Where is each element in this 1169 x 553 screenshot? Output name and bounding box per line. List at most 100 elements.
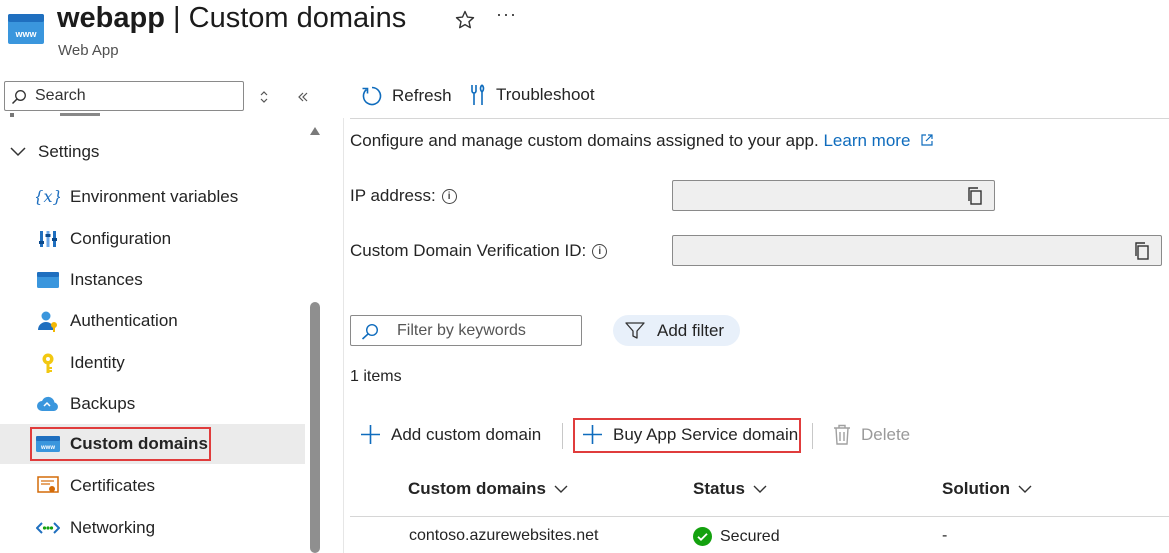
configuration-icon [36, 227, 60, 251]
resource-type: Web App [58, 42, 119, 59]
item-count: 1 items [350, 368, 402, 385]
refresh-icon [362, 86, 382, 106]
delete-button[interactable]: Delete [833, 424, 910, 445]
page-header: www webapp | Custom domains Web App ··· [0, 0, 1169, 70]
column-header-label: Solution [942, 479, 1010, 498]
sidebar-item-label: Instances [70, 270, 143, 289]
sidebar-item-networking[interactable]: Networking [0, 508, 305, 548]
sidebar-item-label: Identity [70, 353, 125, 372]
column-header-label: Status [693, 479, 745, 498]
sidebar-search-input[interactable]: Search [4, 81, 244, 111]
sidebar-item-authentication[interactable]: Authentication [0, 301, 305, 341]
plus-icon [361, 425, 380, 444]
external-link-icon [921, 134, 933, 146]
chevron-down-icon [1018, 485, 1032, 493]
ip-address-text: IP address: [350, 186, 436, 205]
filter-keywords-input[interactable]: Filter by keywords [350, 315, 582, 346]
action-separator [562, 423, 563, 449]
sidebar-divider [343, 118, 344, 553]
troubleshoot-label: Troubleshoot [496, 85, 595, 104]
learn-more-label: Learn more [823, 131, 911, 150]
sidebar-item-configuration[interactable]: Configuration [0, 219, 305, 259]
sidebar-item-instances[interactable]: Instances [0, 260, 305, 300]
collapse-sidebar-icon[interactable] [296, 90, 310, 104]
column-header-status[interactable]: Status [693, 479, 767, 499]
identity-icon [36, 351, 60, 375]
svg-text:www: www [14, 29, 37, 39]
add-custom-domain-label: Add custom domain [391, 424, 542, 444]
svg-text:{x}: {x} [36, 187, 60, 206]
verification-id-text: Custom Domain Verification ID: [350, 241, 587, 260]
sidebar-item-certificates[interactable]: Certificates [0, 466, 305, 506]
verification-id-field[interactable] [672, 235, 1162, 266]
delete-label: Delete [861, 424, 911, 444]
info-icon[interactable]: i [592, 243, 608, 259]
certificates-icon [36, 474, 60, 498]
refresh-label: Refresh [392, 86, 452, 105]
page-name: Custom domains [188, 2, 407, 34]
command-bar: Refresh Troubleshoot [350, 80, 1169, 118]
sidebar-item-identity[interactable]: Identity [0, 343, 305, 383]
sidebar-item-environment-variables[interactable]: {x} Environment variables [0, 177, 305, 217]
check-circle-icon [693, 527, 712, 546]
solution-cell: - [942, 527, 948, 544]
filter-placeholder: Filter by keywords [397, 322, 526, 339]
column-header-custom-domains[interactable]: Custom domains [408, 479, 568, 499]
settings-group-label: Settings [38, 142, 100, 161]
favorite-star-icon[interactable] [453, 8, 477, 32]
page-title: webapp | Custom domains [57, 2, 406, 35]
chevron-down-icon [753, 485, 767, 493]
ip-address-label: IP address: i [350, 186, 457, 206]
status-cell: Secured [693, 527, 780, 546]
add-filter-button[interactable]: Add filter [613, 315, 740, 346]
toolbar-divider [350, 118, 1169, 119]
column-header-solution[interactable]: Solution [942, 479, 1032, 499]
sidebar-scroll-thumb[interactable] [310, 302, 320, 553]
add-filter-label: Add filter [657, 320, 725, 340]
troubleshoot-icon [471, 84, 485, 105]
more-options-button[interactable]: ··· [496, 4, 517, 25]
chevron-down-icon [10, 147, 26, 157]
add-custom-domain-button[interactable]: Add custom domain [360, 424, 541, 445]
action-separator [812, 423, 813, 449]
highlight-outline [573, 418, 801, 453]
title-separator: | [164, 2, 189, 34]
domain-cell[interactable]: contoso.azurewebsites.net [409, 527, 598, 545]
description-text: Configure and manage custom domains assi… [350, 131, 819, 150]
refresh-button[interactable]: Refresh [360, 84, 452, 108]
ip-address-field[interactable] [672, 180, 995, 211]
instances-icon [36, 268, 60, 292]
copy-icon[interactable] [1132, 241, 1152, 261]
sidebar-item-label: Configuration [70, 229, 172, 248]
search-icon [11, 90, 26, 105]
troubleshoot-button[interactable]: Troubleshoot [468, 84, 595, 106]
sidebar-item-label: Networking [70, 518, 156, 537]
info-icon[interactable]: i [441, 188, 457, 204]
page-description: Configure and manage custom domains assi… [350, 131, 933, 151]
backups-icon [36, 392, 60, 416]
trash-icon [834, 424, 850, 445]
networking-icon [36, 516, 60, 540]
sidebar-item-label: Environment variables [70, 187, 239, 206]
partial-nav-item [10, 110, 310, 120]
verification-id-label: Custom Domain Verification ID: i [350, 241, 608, 261]
search-icon [361, 323, 379, 340]
authentication-icon [36, 309, 60, 333]
settings-group-toggle[interactable]: Settings [10, 142, 99, 162]
column-header-label: Custom domains [408, 479, 546, 498]
sidebar-item-label: Certificates [70, 476, 156, 495]
table-header-divider [350, 516, 1169, 517]
search-placeholder: Search [35, 87, 86, 104]
learn-more-link[interactable]: Learn more [823, 131, 933, 150]
scroll-up-arrow-icon[interactable] [310, 127, 320, 135]
web-app-icon: www [8, 14, 44, 44]
expand-collapse-icon[interactable] [258, 90, 270, 104]
filter-icon [625, 321, 645, 339]
copy-icon[interactable] [965, 186, 985, 206]
status-label: Secured [720, 527, 780, 545]
sidebar-item-backups[interactable]: Backups [0, 384, 305, 424]
environment-variables-icon: {x} [36, 185, 60, 209]
sidebar-item-label: Backups [70, 394, 136, 413]
sidebar-item-label: Authentication [70, 311, 178, 330]
chevron-down-icon [554, 485, 568, 493]
